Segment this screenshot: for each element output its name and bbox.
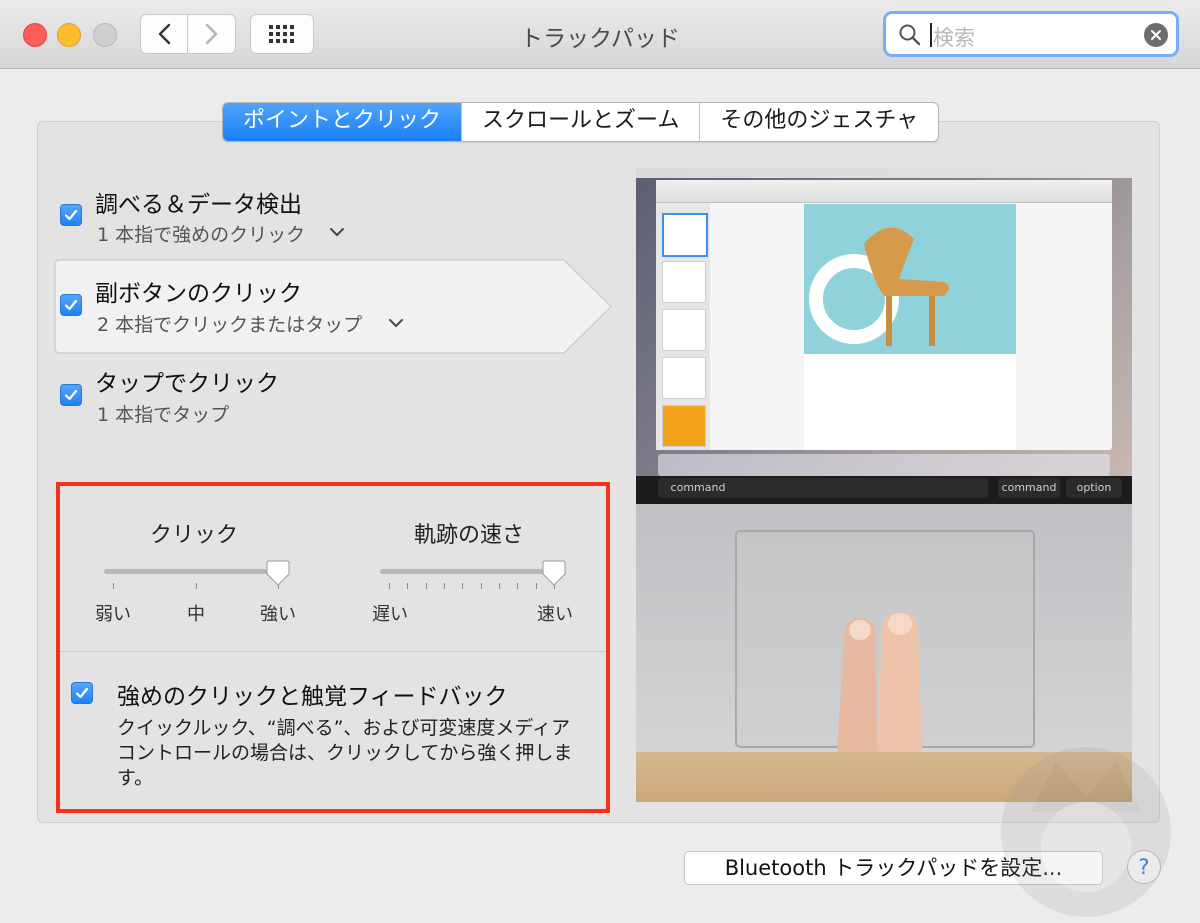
preview-thumbnail xyxy=(662,213,708,257)
secondary-click-subtitle[interactable]: 2 本指でクリックまたはタップ xyxy=(97,310,362,337)
clear-search-button[interactable] xyxy=(1144,23,1168,47)
close-icon xyxy=(1151,30,1161,40)
preview-dock xyxy=(658,454,1110,476)
lookup-subtitle[interactable]: 1 本指で強めのクリック xyxy=(97,220,305,247)
search-field[interactable]: 検索 xyxy=(883,11,1179,57)
speed-fast-label: 速い xyxy=(537,604,573,625)
force-click-title[interactable]: 強めのクリックと触覚フィードバック xyxy=(117,677,508,711)
secondary-click-checkbox[interactable] xyxy=(60,294,82,316)
speed-tick xyxy=(499,583,500,589)
text-caret xyxy=(930,23,932,47)
speed-slow-label: 遅い xyxy=(372,604,408,625)
speed-tick xyxy=(407,583,409,589)
preview-thumbnail xyxy=(662,405,706,447)
tab-bar: ポイントとクリック スクロールとズーム その他のジェスチャ xyxy=(222,102,940,142)
tap-to-click-title[interactable]: タップでクリック xyxy=(95,364,279,398)
preview-screen xyxy=(636,168,1132,480)
tab-scroll-and-zoom[interactable]: スクロールとズーム xyxy=(461,103,699,141)
click-weak-label: 弱い xyxy=(95,604,131,625)
speed-tick xyxy=(425,583,427,589)
checkmark-icon xyxy=(64,299,78,311)
preview-spacebar xyxy=(726,478,988,498)
speed-tick xyxy=(444,583,445,589)
preview-document xyxy=(804,204,1016,450)
click-tick xyxy=(196,583,197,589)
preview-thumbnail xyxy=(662,357,706,399)
mascot-watermark-icon xyxy=(1001,747,1171,917)
speed-slider-knob[interactable] xyxy=(542,560,566,586)
click-strong-label: 強い xyxy=(260,604,296,625)
preview-key: command xyxy=(998,478,1060,498)
tap-to-click-subtitle[interactable]: 1 本指でタップ xyxy=(97,400,229,427)
gesture-preview-video: command command option xyxy=(636,168,1132,802)
click-slider-track[interactable] xyxy=(104,569,280,574)
preview-thumbnail xyxy=(662,261,706,303)
lookup-checkbox[interactable] xyxy=(60,204,82,226)
preview-document-cover xyxy=(804,204,1016,354)
preview-page-sidebar xyxy=(656,203,710,450)
search-icon xyxy=(899,24,921,46)
tap-to-click-checkbox[interactable] xyxy=(60,384,82,406)
checkmark-icon xyxy=(64,209,78,221)
click-tick xyxy=(113,583,114,589)
lookup-title[interactable]: 調べる＆データ検出 xyxy=(95,185,302,219)
checkmark-icon xyxy=(75,687,89,699)
force-click-description: クイックルック、“調べる”、および可変速度メディアコントロールの場合は、クリック… xyxy=(117,717,573,789)
tab-point-and-click[interactable]: ポイントとクリック xyxy=(223,103,462,141)
preview-menubar xyxy=(636,168,1132,178)
search-placeholder: 検索 xyxy=(933,26,975,50)
window-toolbar: トラックパッド 検索 xyxy=(0,0,1200,69)
speed-slider-label: 軌跡の速さ xyxy=(414,523,525,548)
secondary-click-title[interactable]: 副ボタンのクリック xyxy=(95,274,302,308)
preview-app-toolbar xyxy=(656,180,1112,203)
tab-more-gestures[interactable]: その他のジェスチャ xyxy=(699,103,938,141)
preview-keyboard: command command option xyxy=(636,476,1132,504)
chevron-down-icon[interactable] xyxy=(329,226,345,238)
speed-tick xyxy=(535,583,537,589)
section-divider xyxy=(60,651,606,652)
speed-tick xyxy=(480,583,482,589)
checkmark-icon xyxy=(64,389,78,401)
click-medium-label: 中 xyxy=(187,604,205,625)
preview-key: option xyxy=(1066,478,1122,498)
preview-thumbnail xyxy=(662,309,706,351)
chair-illustration xyxy=(809,227,949,346)
force-click-checkbox[interactable] xyxy=(71,682,93,704)
speed-tick xyxy=(517,583,519,589)
click-slider-knob[interactable] xyxy=(266,560,290,586)
speed-tick xyxy=(389,583,390,589)
speed-slider-track[interactable] xyxy=(380,569,560,574)
speed-tick xyxy=(462,583,464,589)
preview-app-window xyxy=(656,180,1112,450)
click-slider-label: クリック xyxy=(150,523,239,548)
chevron-down-icon[interactable] xyxy=(388,317,404,329)
